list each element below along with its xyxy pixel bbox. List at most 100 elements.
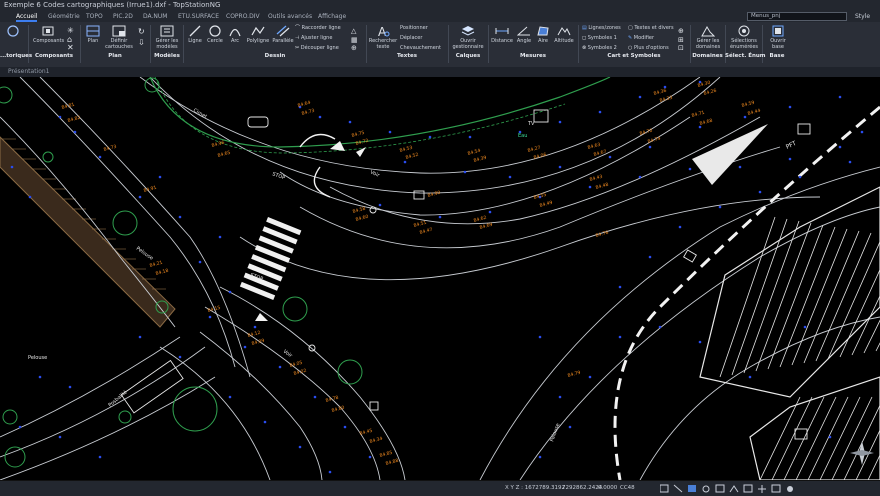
raccorder-icon: ⌒	[295, 25, 302, 31]
tab-presentation1[interactable]: Présentation1	[8, 68, 50, 75]
altitude-button[interactable]: Altitude	[553, 25, 575, 44]
tab-topo[interactable]: TOPO	[86, 12, 103, 22]
tab-copro-div[interactable]: COPRO.DIV	[226, 12, 260, 22]
gerer-domaines-button[interactable]: Gérer les domaines	[692, 25, 724, 50]
cart-options[interactable]: ⊕ ⊞ ⊡	[676, 25, 688, 53]
status-toolbar-icons[interactable]	[660, 484, 800, 494]
ouvrir-base-button[interactable]: Ouvrir base	[764, 25, 792, 50]
models-icon	[160, 25, 174, 37]
cercle-button[interactable]: Cercle	[205, 25, 225, 44]
elevation-label: 84.45	[359, 428, 373, 437]
elevation-label: 84.18	[155, 268, 169, 277]
crosswalk	[239, 217, 302, 301]
svg-text:⊞: ⊞	[678, 36, 684, 44]
distance-button[interactable]: Distance	[490, 25, 514, 44]
decouper-ligne-button[interactable]: ✂ Découper ligne	[295, 45, 339, 52]
ouvrir-gestionnaire-button[interactable]: Ouvrir gestionnaire	[450, 25, 486, 50]
svg-text:⊕: ⊕	[678, 27, 684, 35]
symboles1-button[interactable]: ◻ Symboles 1	[582, 35, 617, 42]
cartouches-button[interactable]: Définir cartouches	[104, 25, 134, 50]
survey-point	[568, 425, 572, 429]
survey-point	[198, 260, 202, 264]
group-label-plan: Plan	[108, 53, 122, 59]
elevation-label: 84.65	[217, 150, 231, 159]
tab-etu-surface[interactable]: ETU.SURFACE	[178, 12, 219, 22]
survey-point	[508, 175, 512, 179]
domains-icon	[701, 26, 715, 37]
search-input[interactable]: Menus_pnj	[747, 12, 847, 21]
angle-button[interactable]: Angle	[515, 25, 533, 44]
survey-point	[218, 235, 222, 239]
symboles1-label: Symboles 1	[587, 35, 617, 41]
elevation-label: 84.73	[103, 144, 117, 153]
symboles2-label: Symboles 2	[587, 45, 617, 51]
hatched-building	[699, 186, 880, 398]
gerer-modeles-button[interactable]: Gérer les modèles	[152, 25, 182, 50]
polyligne-button[interactable]: Polyligne	[245, 25, 271, 44]
tab-affichage[interactable]: Affichage	[318, 12, 346, 22]
map-drawing: 84.8184.8284.7384.9184.9684.6584.6484.73…	[0, 77, 880, 480]
tab-accueil[interactable]: Accueil	[16, 12, 38, 22]
group-label-calques: Calques	[455, 53, 481, 59]
raccorder-label: Raccorder ligne	[301, 25, 341, 31]
composants-options[interactable]: ✳ ⌂ ✕	[64, 25, 78, 53]
components-icon	[42, 26, 54, 36]
survey-point	[538, 335, 542, 339]
elevation-label: 84.70	[639, 128, 653, 137]
symboles2-button[interactable]: ⊗ Symboles 2	[582, 45, 617, 52]
survey-point	[278, 365, 282, 369]
style-menu[interactable]: Style	[855, 13, 870, 20]
ouvrir-base-label: Ouvrir base	[770, 38, 786, 50]
parallele-button[interactable]: Parallèle	[272, 25, 294, 44]
drawing-canvas[interactable]: 84.81 84.82 84.73 84.91 84.96 84.65 84.64 84.73…	[0, 77, 880, 480]
plus-options-button[interactable]: ○ Plus d'options	[628, 45, 669, 52]
group-label-composants: Composants	[34, 53, 74, 59]
svg-text:↻: ↻	[138, 27, 145, 36]
aire-button[interactable]: Aire	[535, 25, 551, 44]
tab-geometrie[interactable]: Géométrie	[48, 12, 80, 22]
dashed-boundary	[613, 105, 880, 480]
historique-button[interactable]	[0, 25, 26, 38]
tab-outils-avances[interactable]: Outils avancés	[268, 12, 312, 22]
survey-point	[698, 340, 702, 344]
survey-point	[58, 115, 62, 119]
lignes-zones-label: Lignes/zones	[588, 25, 621, 31]
elevation-label: 84.74	[647, 136, 661, 145]
dessin-options[interactable]: △ ▦ ⊕	[348, 25, 362, 53]
deplacer-button[interactable]: Déplacer	[400, 35, 422, 42]
history-icon	[7, 25, 19, 37]
tab-danum[interactable]: DA.NUM	[143, 12, 167, 22]
elevation-label: 84.81	[61, 102, 75, 111]
elevation-label: 84.47	[419, 227, 433, 236]
chevauchement-button[interactable]: Chevauchement	[400, 45, 441, 52]
gerer-modeles-label: Gérer les modèles	[155, 38, 179, 50]
survey-point	[588, 185, 592, 189]
plan-options[interactable]: ↻ ⇩	[136, 25, 148, 53]
hatched-strip	[0, 136, 176, 328]
elevation-label: 84.36	[653, 88, 667, 97]
plan-button[interactable]: Plan	[84, 25, 102, 44]
lignes-zones-button[interactable]: ▤ Lignes/zones	[582, 25, 621, 32]
survey-point	[98, 155, 102, 159]
elevation-label: 84.68	[699, 118, 713, 127]
raccorder-ligne-button[interactable]: ⌒ Raccorder ligne	[295, 25, 341, 32]
positionner-button[interactable]: Positionner	[400, 25, 428, 32]
window-title: Exemple 6 Codes cartographiques (Irrue1)…	[4, 1, 221, 9]
selection-icon	[738, 25, 750, 37]
svg-text:✳: ✳	[67, 26, 74, 35]
modifier-button[interactable]: ✎ Modifier	[628, 35, 654, 42]
svg-text:⇩: ⇩	[138, 38, 145, 47]
rechercher-texte-button[interactable]: A Rechercher texte	[368, 25, 398, 50]
survey-point	[803, 325, 807, 329]
composants-button[interactable]: Composants	[33, 25, 64, 44]
tab-pic2d[interactable]: PIC.2D	[113, 12, 133, 22]
arc-button[interactable]: Arc	[227, 25, 243, 44]
elevation-label: 84.79	[567, 370, 581, 379]
selections-enumerees-button[interactable]: Sélections énumérées	[727, 25, 761, 50]
svg-text:✕: ✕	[67, 43, 74, 51]
ajuster-ligne-button[interactable]: ⊣ Ajuster ligne	[295, 35, 332, 42]
textes-divers-label: Textes et divers	[634, 25, 674, 31]
plan-label: Plan	[87, 38, 99, 44]
ligne-button[interactable]: Ligne	[186, 25, 204, 44]
textes-divers-button[interactable]: ▢ Textes et divers	[628, 25, 674, 32]
